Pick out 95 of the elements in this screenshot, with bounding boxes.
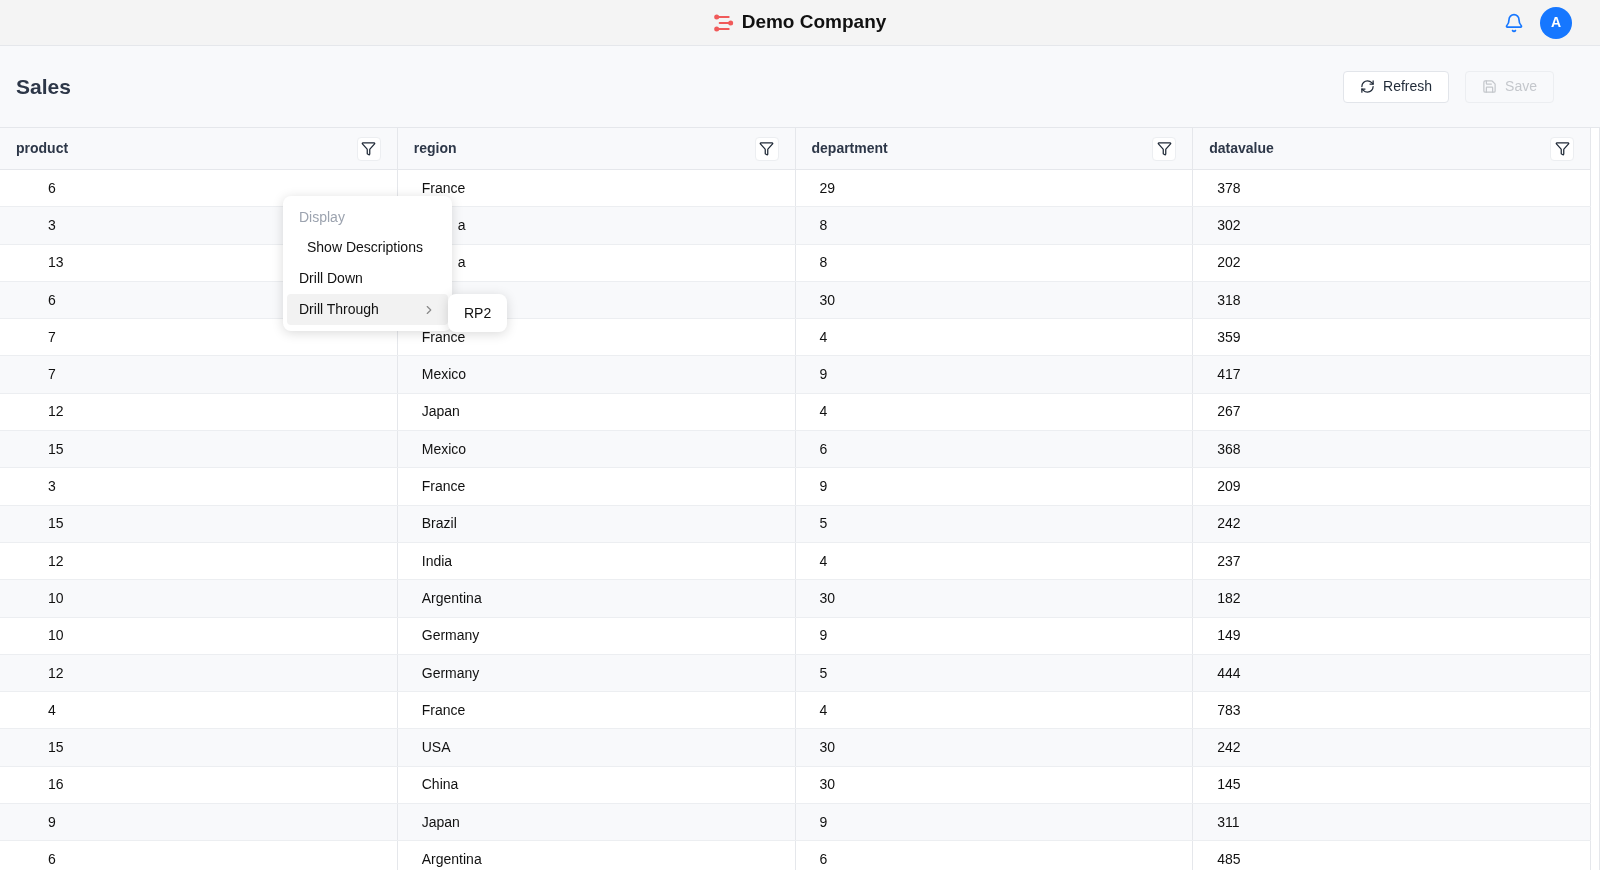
- table-cell-text: France: [421, 178, 466, 198]
- table-cell-text: 7: [48, 365, 56, 385]
- table-cell-text: 202: [1217, 253, 1241, 273]
- table-cell-text: Japan: [421, 812, 460, 832]
- table-cell-text: 30: [819, 738, 836, 758]
- table-cell-text: India: [421, 551, 453, 571]
- column-header: department: [811, 139, 888, 158]
- table-cell-text: 9: [48, 812, 56, 832]
- table-cell-text: 5: [819, 663, 828, 683]
- table-cell-text: 30: [819, 588, 836, 608]
- notification-bell-icon[interactable]: [1504, 12, 1524, 33]
- table-cell-text: 3: [48, 477, 56, 496]
- table-cell-text: 13: [48, 253, 64, 273]
- column-header: datavalue: [1209, 139, 1274, 158]
- table-cell-text: 8: [819, 253, 828, 273]
- table-cell-text: Germany: [421, 663, 480, 683]
- table-cell-text: 7: [48, 327, 56, 347]
- table-cell-text: 30: [819, 775, 836, 795]
- table-cell-text: Argentina: [421, 588, 482, 608]
- table-cell-text: Germany: [421, 626, 480, 646]
- table-cell-text: 209: [1217, 477, 1241, 496]
- table-cell-text: 302: [1217, 215, 1241, 235]
- table-cell-text: 8: [819, 215, 828, 235]
- table-cell-text: Argentina: [421, 850, 482, 869]
- table-cell-text: a: [457, 215, 466, 235]
- menu-item[interactable]: RP2: [452, 298, 504, 328]
- user-avatar[interactable]: A: [1540, 6, 1572, 39]
- table-cell-text: 10: [48, 626, 64, 646]
- table-cell-text: 9: [819, 626, 828, 646]
- table-cell-text: Mexico: [421, 365, 467, 385]
- table-cell-text: Mexico: [421, 439, 467, 459]
- refresh-icon: [1360, 79, 1376, 94]
- table-cell-text: 444: [1217, 663, 1241, 683]
- table-cell-text: a: [457, 253, 466, 273]
- table-cell-text: 182: [1217, 588, 1241, 608]
- table-cell-text: 10: [48, 588, 64, 608]
- table-cell-text: 16: [48, 775, 64, 795]
- table-cell-text: 6: [48, 850, 56, 869]
- table-cell-text: 29: [819, 178, 836, 198]
- table-cell-text: USA: [421, 738, 451, 758]
- menu-item[interactable]: Show Descriptions: [287, 232, 448, 263]
- refresh-button[interactable]: Refresh: [1343, 70, 1450, 103]
- table-cell-text: 15: [48, 738, 64, 758]
- filter-icon[interactable]: [754, 136, 779, 161]
- table-cell-text: 6: [48, 290, 56, 310]
- table-cell-text: 242: [1217, 514, 1241, 534]
- table-cell-text: 15: [48, 514, 64, 534]
- table-cell-text: 4: [819, 402, 828, 422]
- table-cell-text: 359: [1217, 327, 1241, 347]
- table-cell-text: 30: [819, 290, 836, 310]
- table-cell-text: France: [421, 700, 466, 720]
- table-cell-text: Brazil: [421, 514, 457, 534]
- menu-item[interactable]: Drill Down: [287, 263, 448, 294]
- column-header: region: [413, 139, 457, 158]
- table-cell-text: 4: [819, 700, 828, 720]
- table-cell-text: 12: [48, 402, 64, 422]
- logo-icon: [713, 12, 734, 33]
- table-cell-text: 9: [819, 365, 828, 385]
- page-title: Sales: [16, 73, 71, 100]
- table-cell-text: 6: [819, 439, 828, 459]
- table-cell-text: 368: [1217, 439, 1241, 459]
- table-cell-text: 149: [1217, 626, 1241, 646]
- table-cell-text: 6: [48, 178, 56, 198]
- column-header: product: [16, 139, 69, 158]
- filter-icon[interactable]: [1152, 136, 1177, 161]
- table-cell-text: 311: [1217, 812, 1240, 832]
- table-cell-text: 12: [48, 663, 64, 683]
- menu-item[interactable]: Drill Through: [287, 294, 448, 325]
- menu-group-label: Display: [298, 207, 346, 227]
- table-cell-text: Japan: [421, 402, 460, 422]
- table-cell-text: 9: [819, 477, 828, 496]
- table-cell-text: 485: [1217, 850, 1241, 869]
- table-cell-text: 145: [1217, 775, 1241, 795]
- table-cell-text: 4: [819, 551, 828, 571]
- table-cell-text: 378: [1217, 178, 1241, 198]
- table-cell-text: 318: [1217, 290, 1241, 310]
- table-cell-text: France: [421, 327, 466, 347]
- filter-icon[interactable]: [1550, 136, 1574, 161]
- table-cell-text: 9: [819, 812, 828, 832]
- table-cell-text: China: [421, 775, 459, 795]
- table-cell-text: 12: [48, 551, 64, 571]
- filter-icon[interactable]: [356, 136, 381, 161]
- table-cell-text: 4: [48, 700, 56, 720]
- table-cell-text: 237: [1217, 551, 1241, 571]
- table-cell-text: 783: [1217, 700, 1241, 720]
- table-cell-text: 6: [819, 850, 828, 869]
- table-cell-text: 417: [1217, 365, 1241, 385]
- table-cell-text: 3: [48, 215, 56, 235]
- table-cell-text: 15: [48, 439, 64, 459]
- table-cell-text: 4: [819, 327, 828, 347]
- table-cell-text: 5: [819, 514, 828, 534]
- table-cell-text: France: [421, 477, 466, 496]
- table-cell-text: 242: [1217, 738, 1241, 758]
- company-name: Demo Company: [741, 10, 887, 35]
- table-cell-text: 267: [1217, 402, 1241, 422]
